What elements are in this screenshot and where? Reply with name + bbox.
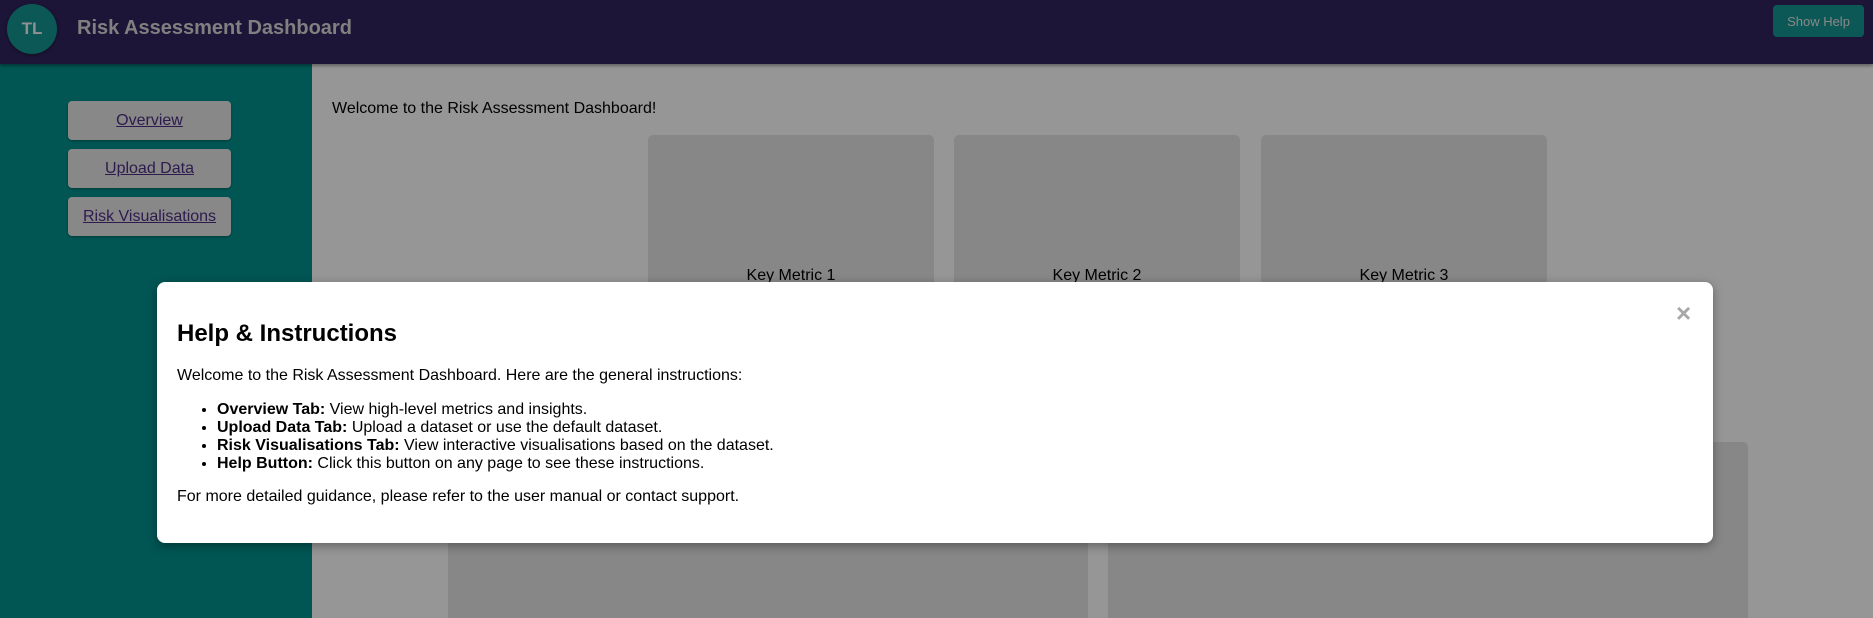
- list-item-text: Upload a dataset or use the default data…: [347, 419, 663, 436]
- list-item-term: Risk Visualisations Tab:: [217, 437, 400, 454]
- list-item-text: View interactive visualisations based on…: [399, 437, 774, 454]
- list-item-term: Overview Tab:: [217, 401, 326, 418]
- list-item-term: Upload Data Tab:: [217, 419, 348, 436]
- modal-intro: Welcome to the Risk Assessment Dashboard…: [177, 367, 743, 384]
- list-item-term: Help Button:: [217, 455, 313, 472]
- modal-title: Help & Instructions: [177, 320, 398, 347]
- list-item: Upload Data Tab: Upload a dataset or use…: [217, 419, 774, 437]
- list-item: Overview Tab: View high-level metrics an…: [217, 401, 774, 419]
- list-item: Risk Visualisations Tab: View interactiv…: [217, 437, 774, 455]
- help-modal: × Help & Instructions Welcome to the Ris…: [157, 282, 1713, 543]
- list-item-text: View high-level metrics and insights.: [325, 401, 588, 418]
- list-item-text: Click this button on any page to see the…: [312, 455, 705, 472]
- instructions-list: Overview Tab: View high-level metrics an…: [197, 401, 774, 473]
- modal-footer-text: For more detailed guidance, please refer…: [177, 488, 740, 505]
- close-icon[interactable]: ×: [1676, 300, 1691, 326]
- list-item: Help Button: Click this button on any pa…: [217, 455, 774, 473]
